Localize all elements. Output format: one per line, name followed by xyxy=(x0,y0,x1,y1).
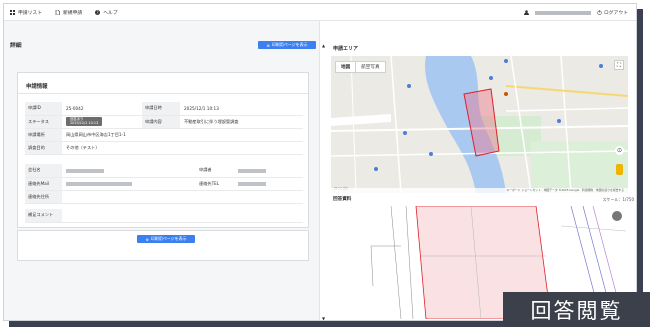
label-contact-address: 連絡先住所 xyxy=(25,190,62,204)
print-page-button-bottom[interactable]: ⊕ 印刷用ページを表示 xyxy=(137,235,195,243)
nav-help[interactable]: ? ヘルプ xyxy=(95,9,118,16)
value-status: 回答あり 2025/12/1 10:13 xyxy=(62,115,142,129)
fullscreen-icon[interactable]: ⛶ xyxy=(614,60,624,70)
user-icon xyxy=(524,10,529,15)
print-icon: ⊕ xyxy=(266,42,270,48)
scale-label: スケール：1/750 xyxy=(602,197,634,202)
table-row: 申請ID 25-0042 申請日時 2025/12/1 10:13 xyxy=(25,102,303,116)
nav-application-list-label: 申請リスト xyxy=(18,10,42,16)
table-row: 調査目的 その他（テスト） xyxy=(25,141,303,155)
label-survey-purpose: 調査目的 xyxy=(25,141,62,155)
map-section-title: 申請エリア xyxy=(333,46,359,52)
user-area: ログアウト xyxy=(524,4,628,21)
logout-link[interactable]: ログアウト xyxy=(597,9,628,16)
value-application-content: 不動産取引に伴う埋設管調査 xyxy=(180,115,303,129)
label-applicant: 申請者 xyxy=(196,164,234,178)
nav-application-list[interactable]: 申請リスト xyxy=(10,9,42,16)
status-badge: 回答あり 2025/12/1 10:13 xyxy=(66,116,103,127)
map-attribution[interactable]: キーボード ショートカット 地図データ ©2025 Google 利用規約 地図… xyxy=(331,188,628,193)
table-row: 連絡先住所 xyxy=(25,190,303,204)
label-comment: 補足コメント xyxy=(25,209,62,223)
label-application-date: 申請日時 xyxy=(142,102,180,116)
print-page-button-top-label: 印刷用ページを表示 xyxy=(271,42,308,47)
nav-new-application-label: 新規申請 xyxy=(63,10,83,16)
label-application-location: 申請場所 xyxy=(25,128,62,142)
table-row: ステータス 回答あり 2025/12/1 10:13 申請内容 不動産取引に伴う… xyxy=(25,115,303,129)
value-contact-tel xyxy=(234,177,303,191)
application-info-card: 申請情報 申請ID 25-0042 申請日時 2025/12/1 10:13 ス… xyxy=(17,72,309,228)
applicant-redacted xyxy=(238,168,266,173)
value-survey-purpose: その他（テスト） xyxy=(62,141,303,155)
value-applicant xyxy=(234,164,303,178)
value-contact-mail xyxy=(62,177,196,191)
value-application-location: 岡山県岡山市中区海吉1丁目1-1 xyxy=(62,128,303,142)
tab-satellite[interactable]: 航空写真 xyxy=(356,62,384,72)
nav-help-label: ヘルプ xyxy=(103,10,118,16)
map-view[interactable]: 地図 航空写真 ⛶ ⊙ Google キーボード ショートカット 地図データ ©… xyxy=(331,56,628,193)
status-date: 2025/12/1 10:13 xyxy=(70,120,99,125)
value-contact-address xyxy=(62,190,303,204)
bottom-action-card: ⊕ 印刷用ページを表示 xyxy=(17,230,309,261)
answer-view-badge: 回答閲覧 xyxy=(503,292,650,327)
value-application-date: 2025/12/1 10:13 xyxy=(180,102,303,116)
label-status: ステータス xyxy=(25,115,62,129)
help-icon: ? xyxy=(95,9,101,15)
table-row: 連絡先Mail 連絡先TEL xyxy=(25,177,303,191)
print-page-button-top[interactable]: ⊕ 印刷用ページを表示 xyxy=(258,41,316,49)
zoom-control-icon[interactable]: ⊙ xyxy=(615,146,624,155)
comment-table: 補足コメント xyxy=(25,209,303,223)
map-type-tabs: 地図 航空写真 xyxy=(335,61,386,73)
value-comment xyxy=(62,209,303,223)
main-menu: 申請リスト 新規申請 ? ヘルプ xyxy=(10,9,118,16)
logout-label: ログアウト xyxy=(604,11,628,16)
contact-tel-redacted xyxy=(238,182,266,186)
value-company-name xyxy=(62,164,196,178)
map-panel: 申請エリア 地図 航空写真 ⛶ ⊙ キーボード ショートカット 地図データ ©2… xyxy=(324,21,636,320)
section-title: 詳細 xyxy=(10,43,22,49)
tab-map[interactable]: 地図 xyxy=(336,62,357,72)
user-name-redacted xyxy=(535,10,591,15)
top-navigation-bar: 申請リスト 新規申請 ? ヘルプ ログアウト xyxy=(4,4,636,21)
label-application-id: 申請ID xyxy=(25,102,62,116)
label-company-name: 会社名 xyxy=(25,164,62,178)
map-canvas xyxy=(331,56,628,193)
label-contact-tel: 連絡先TEL xyxy=(196,177,234,191)
label-contact-mail: 連絡先Mail xyxy=(25,177,62,191)
label-application-content: 申請内容 xyxy=(142,115,180,129)
contact-mail-redacted xyxy=(66,182,132,186)
print-icon: ⊕ xyxy=(145,236,149,242)
contact-table: 会社名 申請者 連絡先Mail 連絡先TEL 連絡先住所 xyxy=(25,164,303,204)
company-name-redacted xyxy=(66,168,104,173)
list-icon xyxy=(10,9,15,15)
svg-text:?: ? xyxy=(97,10,99,15)
app-window: 申請リスト 新規申請 ? ヘルプ ログアウト 詳細 ⊕ 印刷用ページを表示 申請… xyxy=(3,3,637,321)
print-page-button-bottom-label: 印刷用ページを表示 xyxy=(150,236,187,241)
document-icon xyxy=(55,9,60,15)
card-title: 申請情報 xyxy=(26,84,48,90)
drawing-section-title: 回答資料 xyxy=(333,197,352,202)
table-row: 会社名 申請者 xyxy=(25,164,303,178)
power-icon xyxy=(597,10,602,15)
table-row: 申請場所 岡山県岡山市中区海吉1丁目1-1 xyxy=(25,128,303,142)
card-divider xyxy=(18,93,308,94)
street-view-pegman-icon[interactable] xyxy=(616,164,623,175)
detail-panel: 詳細 ⊕ 印刷用ページを表示 申請情報 申請ID 25-0042 申請日時 20… xyxy=(4,21,320,320)
nav-new-application[interactable]: 新規申請 xyxy=(55,9,82,16)
table-row: 補足コメント xyxy=(25,209,303,223)
info-table: 申請ID 25-0042 申請日時 2025/12/1 10:13 ステータス … xyxy=(25,102,303,155)
value-application-id: 25-0042 xyxy=(62,102,142,116)
